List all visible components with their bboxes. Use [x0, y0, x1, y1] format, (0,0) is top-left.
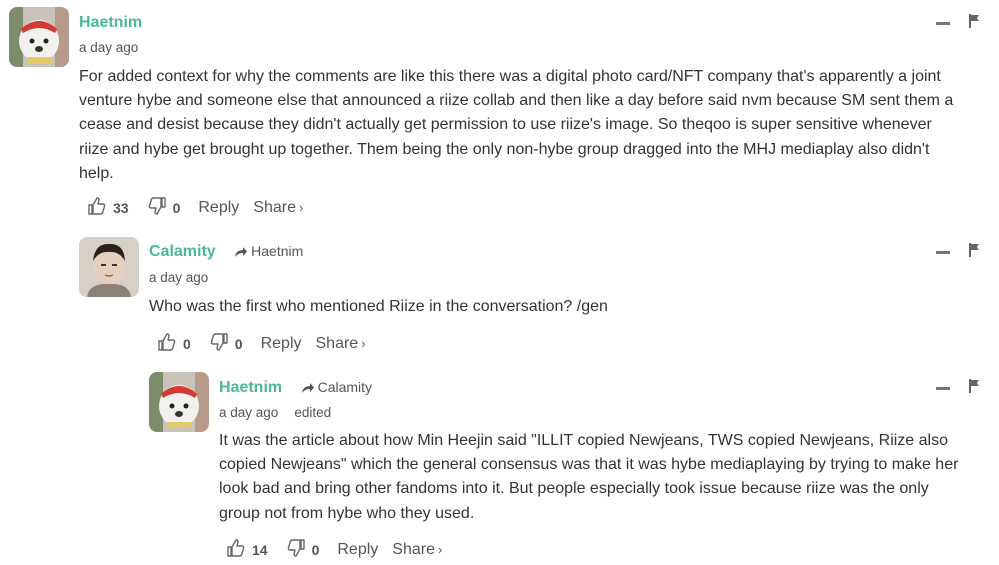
comment-line: venture hybe and someone else that annou…	[79, 92, 954, 110]
comment-line: For added context for why the comments a…	[79, 68, 941, 85]
dog-avatar-icon	[149, 372, 209, 432]
comment-header: Haetnim Calamity	[219, 379, 372, 397]
comment-line: cease and desist because they didn't act…	[79, 116, 932, 134]
comment-controls	[936, 14, 980, 33]
avatar[interactable]	[79, 237, 139, 297]
reply-to-name: Haetnim	[251, 243, 304, 259]
timestamp[interactable]: a day ago	[219, 405, 278, 420]
comment-actions: 0 0 Reply Share ›	[157, 332, 380, 355]
downvote-count: 0	[311, 541, 320, 558]
reply-to[interactable]: Haetnim	[234, 243, 303, 259]
reply-to[interactable]: Calamity	[301, 379, 372, 395]
comment: Haetnim a day ago For added context for …	[0, 0, 999, 225]
comment-line: Who was the first who mentioned Riize in…	[149, 298, 608, 315]
upvote-count: 33	[113, 199, 129, 216]
flag-icon[interactable]	[968, 243, 980, 262]
author-name[interactable]: Haetnim	[79, 14, 142, 31]
comment-actions: 14 0 Reply Share ›	[226, 538, 456, 561]
thumbs-down-icon[interactable]	[209, 332, 229, 355]
comment-line: copied Newjeans" which the general conse…	[219, 456, 959, 474]
minus-icon[interactable]	[936, 22, 950, 25]
thumbs-down-icon[interactable]	[286, 538, 306, 561]
comment-body: It was the article about how Min Heejin …	[219, 429, 958, 526]
share-label: Share	[253, 198, 296, 216]
avatar[interactable]	[149, 372, 209, 432]
person-avatar-icon	[79, 237, 139, 297]
comment-meta: a day ago edited	[219, 405, 331, 420]
reply-button[interactable]: Reply	[261, 335, 302, 353]
author-name[interactable]: Haetnim	[219, 379, 282, 396]
timestamp[interactable]: a day ago	[149, 270, 208, 285]
comment-meta: a day ago	[149, 270, 208, 285]
comment-line: help.	[79, 164, 114, 182]
reply-to-name: Calamity	[317, 379, 373, 395]
flag-icon[interactable]	[968, 379, 980, 398]
comment-actions: 33 0 Reply Share ›	[87, 196, 317, 219]
share-label: Share	[392, 540, 435, 558]
chevron-right-icon: ›	[437, 541, 443, 557]
dog-avatar-icon	[9, 7, 69, 67]
downvote-count: 0	[172, 199, 181, 216]
minus-icon[interactable]	[936, 387, 950, 390]
reply-button[interactable]: Reply	[198, 199, 239, 217]
minus-icon[interactable]	[936, 251, 950, 254]
downvote-count: 0	[234, 335, 243, 352]
comment-header: Haetnim	[79, 14, 142, 32]
share-button[interactable]: Share ›	[253, 199, 303, 217]
chevron-right-icon: ›	[361, 335, 366, 351]
edited-label: edited	[294, 405, 332, 420]
share-label: Share	[315, 334, 359, 352]
comment-line: look bad and bring other fandoms into it…	[219, 480, 929, 498]
thumbs-up-icon[interactable]	[226, 538, 246, 561]
avatar[interactable]	[9, 7, 69, 67]
comment-reply: Haetnim Calamity a day ago edited It was …	[0, 360, 999, 565]
comment-line: riize and hybe get brought up together. …	[79, 140, 930, 158]
comment-line: It was the article about how Min Heejin …	[219, 432, 948, 449]
upvote-count: 14	[252, 541, 268, 558]
share-button[interactable]: Share ›	[392, 541, 442, 559]
comment-controls	[936, 243, 980, 262]
comment-reply: Calamity Haetnim a day ago Who was the f…	[0, 225, 999, 360]
chevron-right-icon: ›	[298, 199, 304, 215]
thumbs-up-icon[interactable]	[87, 196, 107, 219]
comment-body: Who was the first who mentioned Riize in…	[149, 295, 608, 319]
reply-button[interactable]: Reply	[337, 541, 378, 559]
share-button[interactable]: Share ›	[316, 335, 366, 353]
comment-line: group not from hybe who they used.	[219, 504, 475, 522]
reply-arrow-icon	[301, 381, 315, 397]
author-name[interactable]: Calamity	[149, 243, 216, 260]
comment-controls	[936, 379, 980, 398]
comment-meta: a day ago	[79, 40, 138, 55]
thumbs-up-icon[interactable]	[157, 332, 177, 355]
thumbs-down-icon[interactable]	[147, 196, 167, 219]
timestamp[interactable]: a day ago	[79, 40, 138, 55]
reply-arrow-icon	[234, 245, 248, 261]
flag-icon[interactable]	[968, 14, 980, 33]
upvote-count: 0	[183, 335, 191, 352]
comment-header: Calamity Haetnim	[149, 243, 303, 261]
comment-body: For added context for why the comments a…	[79, 65, 953, 186]
